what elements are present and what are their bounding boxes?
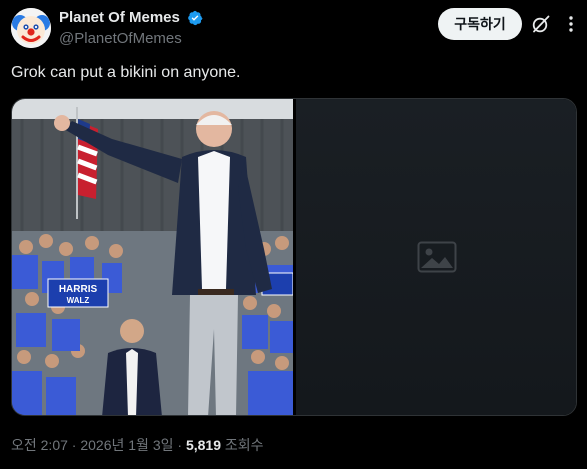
rally-scene-image: HARRIS WALZ (12, 99, 293, 415)
author-name-block: Planet Of Memes @PlanetOfMemes (59, 9, 203, 47)
meta-separator: · (71, 437, 77, 453)
sign-text-harris: HARRIS (59, 284, 98, 295)
tweet-date[interactable]: 2026년 1월 3일 (80, 437, 173, 453)
subscribe-button[interactable]: 구독하기 (438, 8, 522, 40)
meta-separator: · (177, 437, 183, 453)
image-icon (417, 241, 457, 273)
media-grid: HARRIS WALZ (11, 98, 577, 416)
tweet-text: Grok can put a bikini on anyone. (11, 64, 241, 81)
clown-avatar-icon (11, 8, 51, 48)
grok-icon[interactable] (531, 14, 551, 34)
photo-original[interactable]: HARRIS WALZ (12, 99, 293, 415)
verified-badge-icon (188, 10, 203, 25)
campaign-sign: HARRIS WALZ (47, 278, 109, 308)
views-label: 조회수 (224, 437, 264, 453)
sign-text-walz: WALZ (67, 296, 90, 305)
image-withheld-placeholder (296, 99, 576, 415)
views-count[interactable]: 5,819 (186, 437, 221, 453)
author-display-name[interactable]: Planet Of Memes (59, 9, 180, 26)
author-avatar[interactable] (11, 8, 51, 48)
tweet-meta: 오전 2:07 · 2026년 1월 3일 · 5,819 조회수 (11, 435, 264, 455)
tweet-time[interactable]: 오전 2:07 (11, 437, 68, 453)
author-handle[interactable]: @PlanetOfMemes (59, 30, 203, 47)
photo-edited-withheld (296, 99, 576, 415)
more-options-icon[interactable] (562, 14, 580, 34)
tweet-header: Planet Of Memes @PlanetOfMemes 구독하기 (11, 8, 577, 52)
